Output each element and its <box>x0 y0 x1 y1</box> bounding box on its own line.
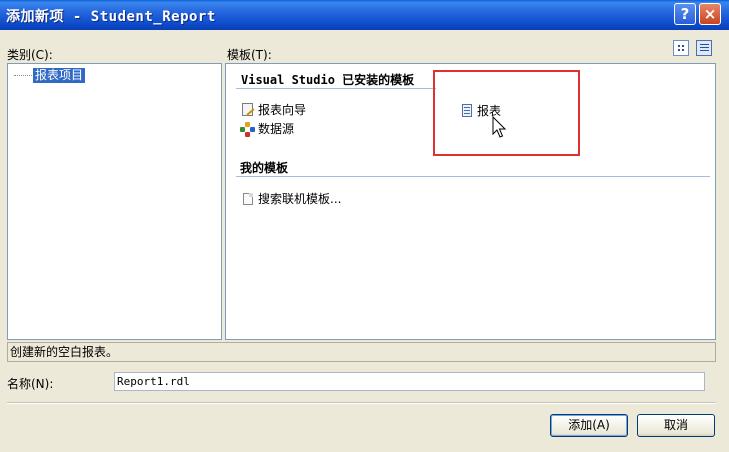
templates-label: 模板(T): <box>227 48 272 62</box>
add-button[interactable]: 添加(A) <box>550 414 628 437</box>
description-status: 创建新的空白报表。 <box>7 342 716 362</box>
mouse-cursor-icon <box>492 116 506 138</box>
template-data-source[interactable]: 数据源 <box>240 120 294 137</box>
close-button[interactable]: × <box>699 3 721 25</box>
title-bar[interactable]: 添加新项 - Student_Report ? × <box>0 0 729 30</box>
highlight-annotation <box>433 70 580 156</box>
template-search-online[interactable]: 搜索联机模板... <box>240 190 341 207</box>
installed-templates-rule <box>236 88 436 89</box>
window-title: 添加新项 - Student_Report <box>6 9 216 25</box>
my-templates-rule <box>236 176 710 177</box>
report-wizard-icon <box>240 102 256 118</box>
small-icons-view-icon <box>700 44 709 52</box>
cancel-button[interactable]: 取消 <box>637 414 715 437</box>
button-separator <box>7 402 716 404</box>
large-icons-view-icon <box>677 44 685 52</box>
small-icons-view-button[interactable] <box>696 40 712 56</box>
search-online-icon <box>240 191 256 207</box>
name-input[interactable]: Report1.rdl <box>114 372 705 391</box>
template-label: 报表向导 <box>258 103 307 117</box>
add-new-item-dialog: 添加新项 - Student_Report ? × 类别(C): 模板(T): … <box>0 0 729 452</box>
installed-templates-header: Visual Studio 已安装的模板 <box>241 73 415 87</box>
category-tree[interactable] <box>7 63 222 340</box>
my-templates-header: 我的模板 <box>240 161 289 175</box>
tree-connector <box>14 75 32 76</box>
template-report-wizard[interactable]: 报表向导 <box>240 101 306 118</box>
category-item-report-project[interactable]: 报表项目 <box>33 68 86 83</box>
name-label: 名称(N): <box>7 377 54 391</box>
template-label: 搜索联机模板... <box>258 192 342 206</box>
category-label: 类别(C): <box>7 48 53 62</box>
large-icons-view-button[interactable] <box>673 40 689 56</box>
data-source-icon <box>240 121 256 137</box>
help-button[interactable]: ? <box>674 3 696 25</box>
template-label: 数据源 <box>258 122 295 136</box>
